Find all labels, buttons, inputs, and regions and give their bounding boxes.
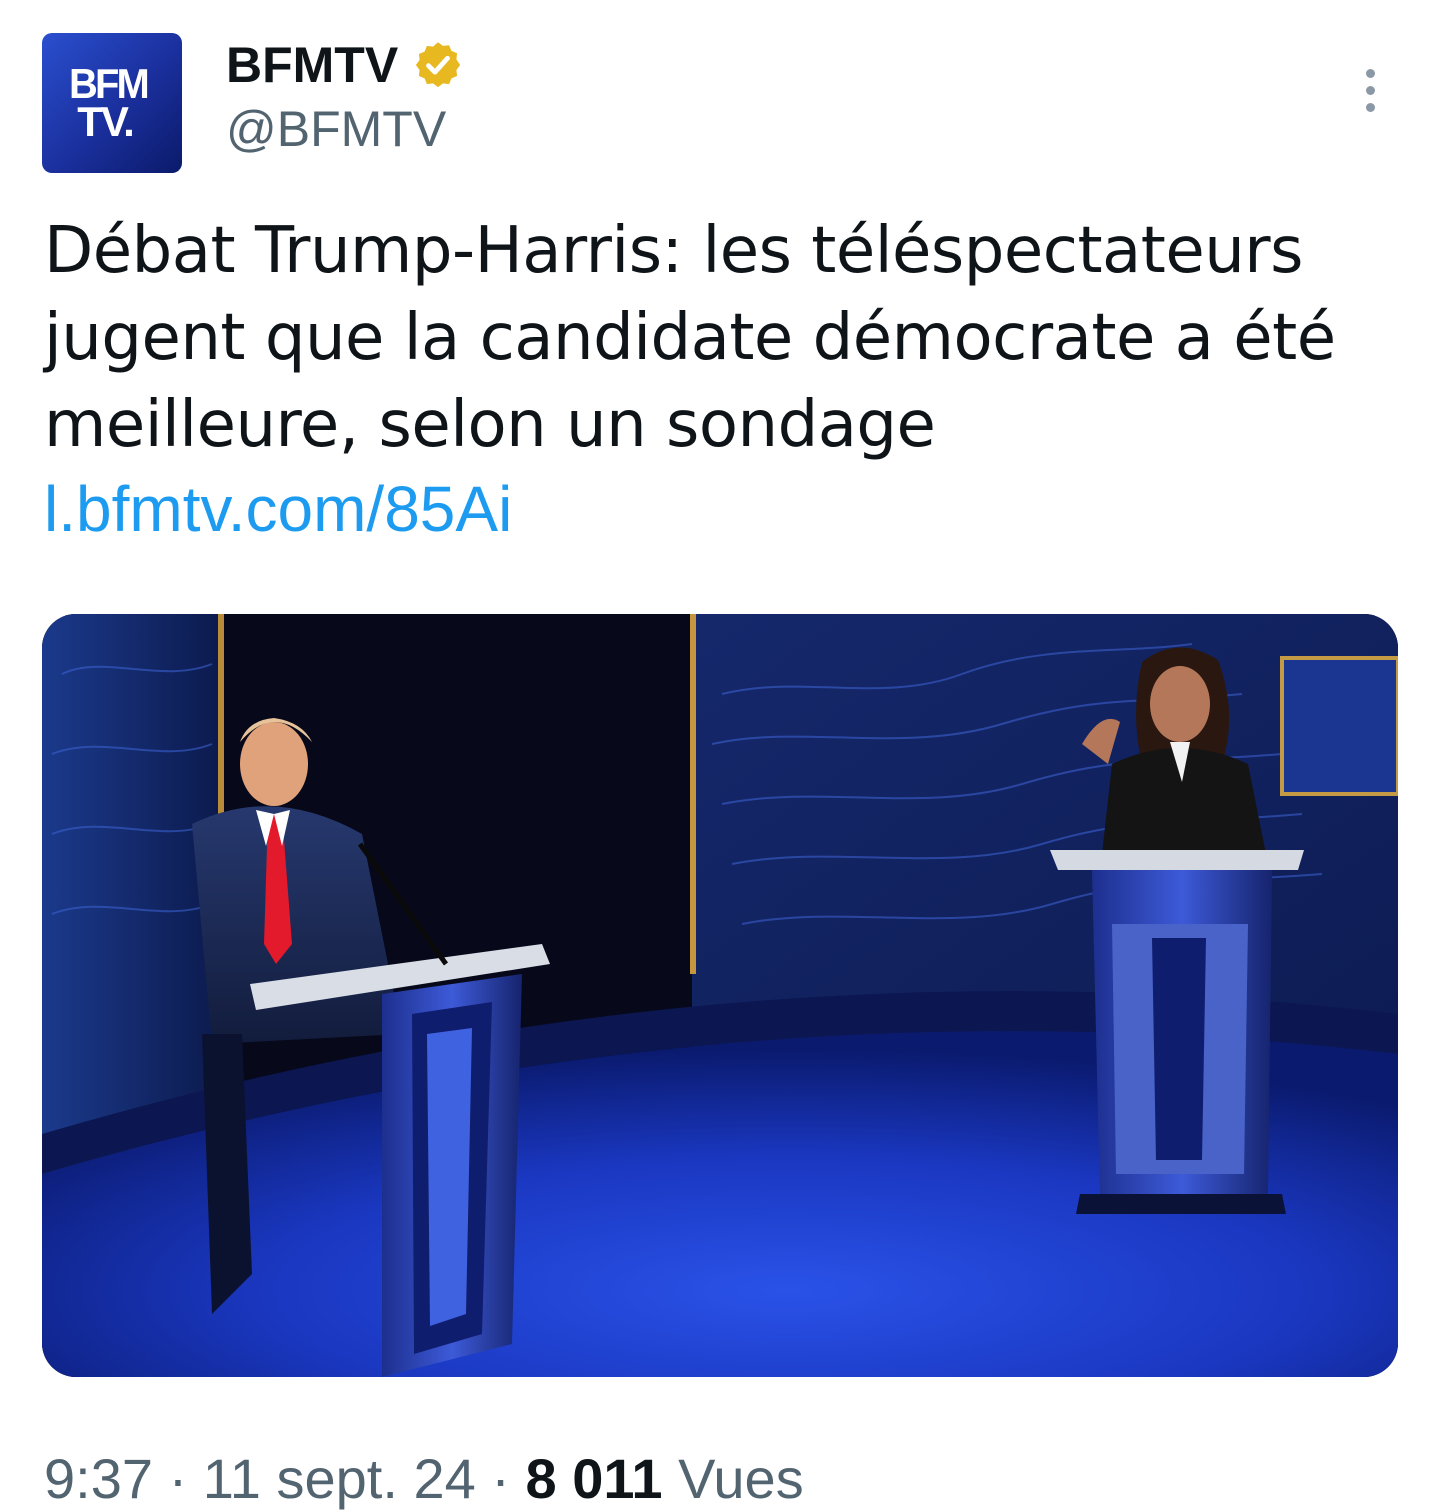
more-vertical-icon — [1365, 68, 1375, 78]
tweet-date[interactable]: 11 sept. 24 — [203, 1447, 476, 1510]
more-vertical-icon-dot — [1365, 102, 1375, 112]
display-name[interactable]: BFMTV — [226, 36, 398, 94]
views-label: Vues — [678, 1447, 804, 1510]
views-count: 8 011 — [525, 1447, 663, 1510]
separator: · — [168, 1447, 188, 1510]
more-options-button[interactable] — [1350, 60, 1390, 120]
avatar[interactable]: BFM TV. — [42, 33, 182, 173]
tweet-text-line: meilleure, selon un sondage — [44, 388, 936, 462]
avatar-text-line1: BFM — [69, 60, 150, 108]
avatar-text-line2: TV. — [77, 98, 135, 145]
tweet-metadata: 9:37 · 11 sept. 24 · 8 011 Vues — [44, 1446, 804, 1511]
tweet-text-line: Débat Trump-Harris: les téléspectateurs — [44, 214, 1303, 288]
tweet-card: BFM TV. BFMTV @BFMTV Débat Trump-Harris:… — [0, 0, 1440, 1511]
tweet-text-line: jugent que la candidate démocrate a été — [44, 301, 1336, 375]
name-row: BFMTV — [226, 36, 464, 94]
handle[interactable]: @BFMTV — [226, 100, 446, 158]
tweet-media-photo[interactable] — [42, 614, 1398, 1377]
separator: · — [491, 1447, 510, 1510]
verified-badge-icon[interactable] — [412, 39, 464, 91]
debate-stage-photo — [42, 614, 1398, 1377]
tweet-link[interactable]: l.bfmtv.com/85Ai — [44, 466, 512, 553]
more-vertical-icon-dot — [1365, 85, 1375, 95]
tweet-time[interactable]: 9:37 — [44, 1447, 153, 1510]
tweet-text: Débat Trump-Harris: les téléspectateurs … — [44, 208, 1404, 469]
